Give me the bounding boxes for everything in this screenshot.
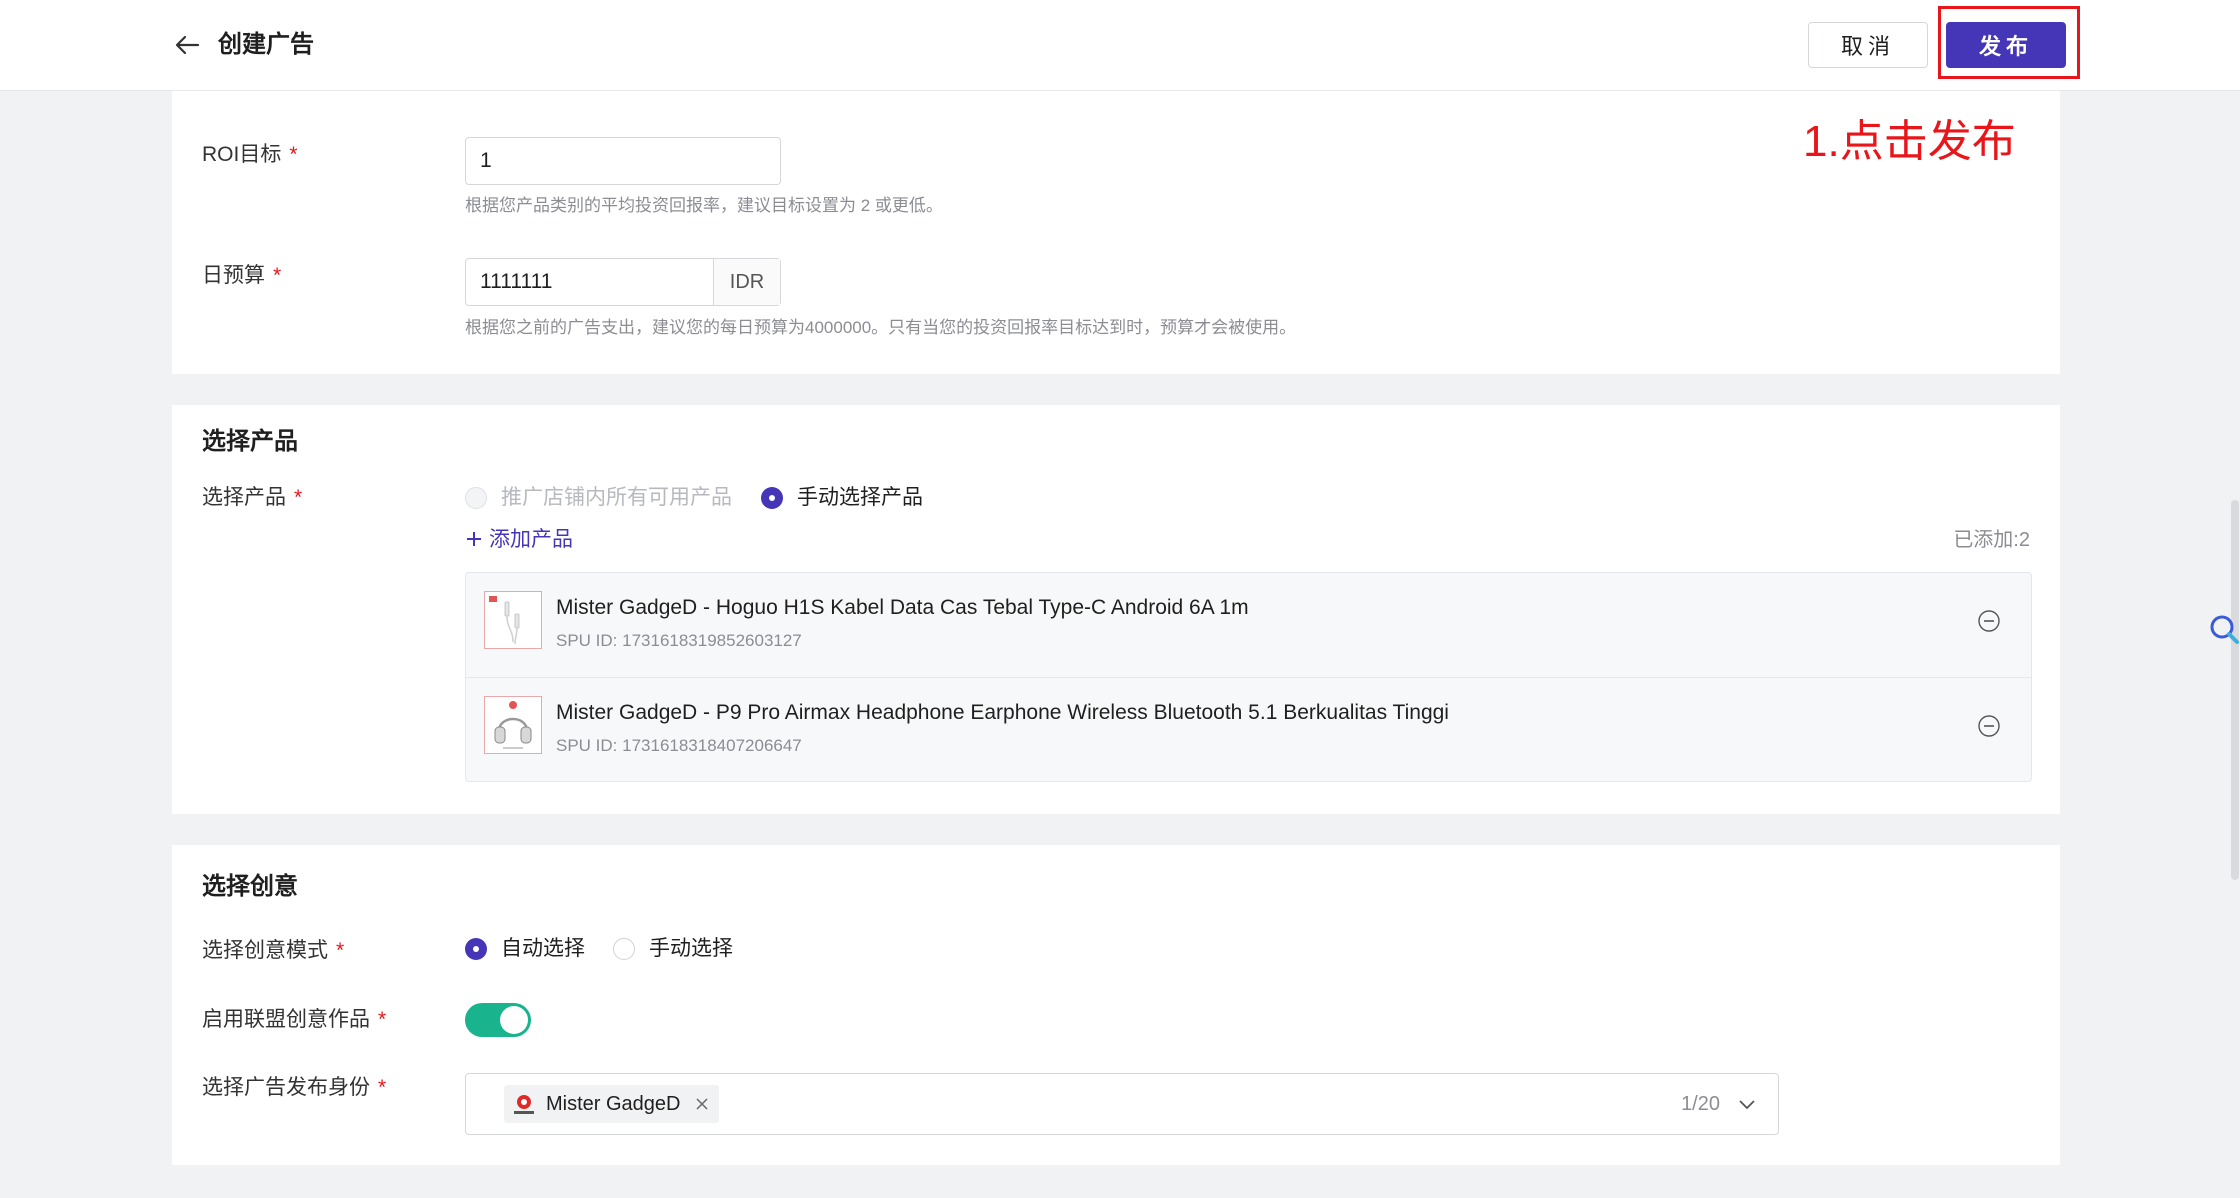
- radio-mode-manual[interactable]: 手动选择: [613, 934, 733, 964]
- radio-mode-auto[interactable]: 自动选择: [465, 934, 585, 964]
- roi-input-value: 1: [480, 149, 492, 172]
- page-title: 创建广告: [218, 31, 314, 58]
- product-row: Mister GadgeD - P9 Pro Airmax Headphone …: [466, 677, 2031, 781]
- remove-product-icon[interactable]: [1977, 714, 2001, 738]
- close-icon[interactable]: [695, 1097, 709, 1111]
- radio-manual-products[interactable]: 手动选择产品: [761, 483, 923, 513]
- budget-label: 日预算 *: [202, 264, 282, 287]
- creative-mode-label: 选择创意模式 *: [202, 939, 345, 962]
- cancel-button[interactable]: 取消: [1808, 22, 1928, 68]
- radio-mode-manual-dot: [613, 938, 635, 960]
- search-icon[interactable]: [2206, 612, 2240, 646]
- bidding-card: ROI目标 * 1 根据您产品类别的平均投资回报率，建议目标设置为 2 或更低。 …: [172, 88, 2060, 374]
- radio-mode-auto-label: 自动选择: [501, 937, 585, 960]
- budget-hint: 根据您之前的广告支出，建议您的每日预算为4000000。只有当您的投资回报率目标…: [465, 318, 1297, 337]
- radio-mode-auto-dot: [465, 938, 487, 960]
- budget-input[interactable]: 1111111 IDR: [465, 258, 781, 306]
- identity-count: 1/20: [1681, 1093, 1720, 1115]
- radio-mode-manual-label: 手动选择: [649, 937, 733, 960]
- annotation-click-publish: 1.点击发布: [1803, 117, 2016, 166]
- creative-card: 选择创意 选择创意模式 * 自动选择 手动选择 启用联盟创意作品 * 选择广告发布身…: [172, 845, 2060, 1165]
- roi-hint: 根据您产品类别的平均投资回报率，建议目标设置为 2 或更低。: [465, 196, 943, 215]
- radio-all-products[interactable]: 推广店铺内所有可用产品: [465, 483, 732, 513]
- product-spu-id: SPU ID: 1731618319852603127: [556, 631, 802, 650]
- top-bar: 创建广告 取消 发布: [0, 0, 2240, 91]
- radio-all-products-dot: [465, 487, 487, 509]
- add-product-label: 添加产品: [489, 528, 573, 551]
- creative-section-title: 选择创意: [202, 873, 298, 900]
- scrollbar-thumb[interactable]: [2231, 500, 2239, 880]
- affiliate-label: 启用联盟创意作品 *: [202, 1008, 387, 1031]
- product-list: Mister GadgeD - Hoguo H1S Kabel Data Cas…: [465, 572, 2032, 782]
- product-thumbnail-headphone: [484, 696, 542, 754]
- identity-tag: Mister GadgeD: [504, 1085, 719, 1123]
- product-field-label: 选择产品 *: [202, 486, 303, 509]
- radio-manual-products-dot: [761, 487, 783, 509]
- cable-image-icon: [489, 596, 520, 645]
- identity-label: 选择广告发布身份 *: [202, 1076, 387, 1099]
- roi-input[interactable]: 1: [465, 137, 781, 185]
- add-product-link[interactable]: 添加产品: [465, 525, 573, 555]
- chevron-down-icon[interactable]: [1736, 1093, 1758, 1115]
- plus-icon: [467, 532, 481, 546]
- product-section-title: 选择产品: [202, 428, 298, 455]
- brand-logo-icon: [514, 1095, 534, 1114]
- radio-all-products-label: 推广店铺内所有可用产品: [501, 486, 732, 509]
- product-row: Mister GadgeD - Hoguo H1S Kabel Data Cas…: [466, 573, 2031, 677]
- headphone-image-icon: [494, 701, 532, 749]
- affiliate-toggle[interactable]: [465, 1003, 531, 1037]
- identity-tag-label: Mister GadgeD: [546, 1092, 681, 1115]
- budget-input-value: 1111111: [480, 270, 553, 293]
- product-title: Mister GadgeD - Hoguo H1S Kabel Data Cas…: [556, 596, 1249, 619]
- radio-manual-products-label: 手动选择产品: [797, 486, 923, 509]
- toggle-knob: [500, 1006, 528, 1034]
- remove-product-icon[interactable]: [1977, 609, 2001, 633]
- product-spu-id: SPU ID: 1731618318407206647: [556, 736, 802, 755]
- product-thumbnail-cable: [484, 591, 542, 649]
- currency-suffix: IDR: [713, 259, 780, 305]
- added-count: 已添加:2: [1953, 529, 2030, 551]
- product-card: 选择产品 选择产品 * 推广店铺内所有可用产品 手动选择产品 添加产品 已添加:2: [172, 405, 2060, 814]
- back-arrow-icon[interactable]: [172, 30, 202, 60]
- product-title: Mister GadgeD - P9 Pro Airmax Headphone …: [556, 701, 1449, 724]
- identity-select[interactable]: Mister GadgeD 1/20: [465, 1073, 1779, 1135]
- roi-label: ROI目标 *: [202, 143, 298, 166]
- publish-button[interactable]: 发布: [1946, 22, 2066, 68]
